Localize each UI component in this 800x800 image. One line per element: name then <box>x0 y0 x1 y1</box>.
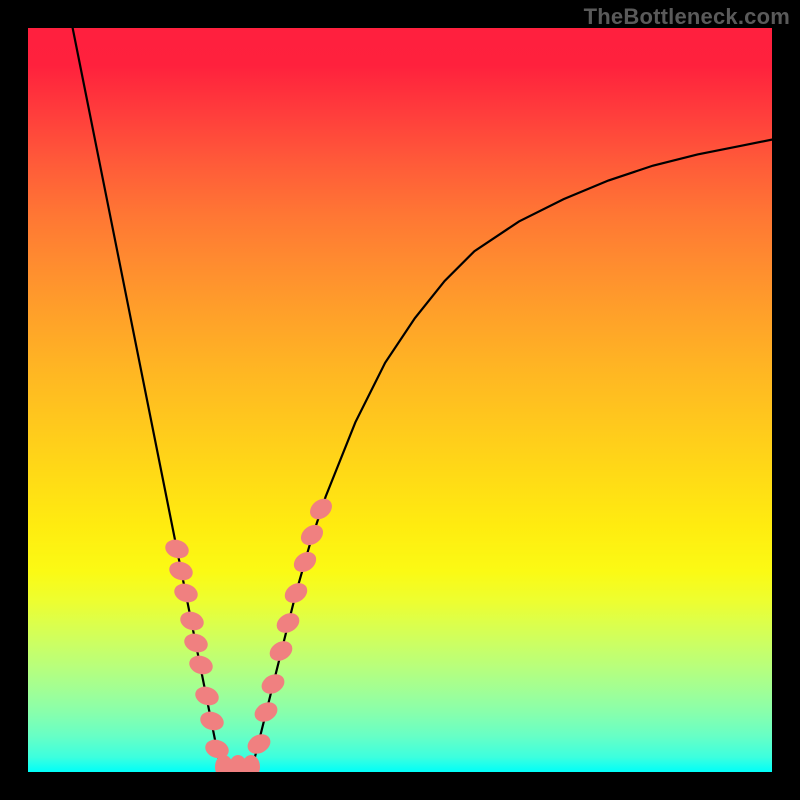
chart-frame: TheBottleneck.com <box>0 0 800 800</box>
curve-right-branch <box>251 140 772 772</box>
curve-left-branch <box>73 28 222 772</box>
plot-area <box>28 28 772 772</box>
bottleneck-curve <box>28 28 772 772</box>
watermark-text: TheBottleneck.com <box>584 4 790 30</box>
